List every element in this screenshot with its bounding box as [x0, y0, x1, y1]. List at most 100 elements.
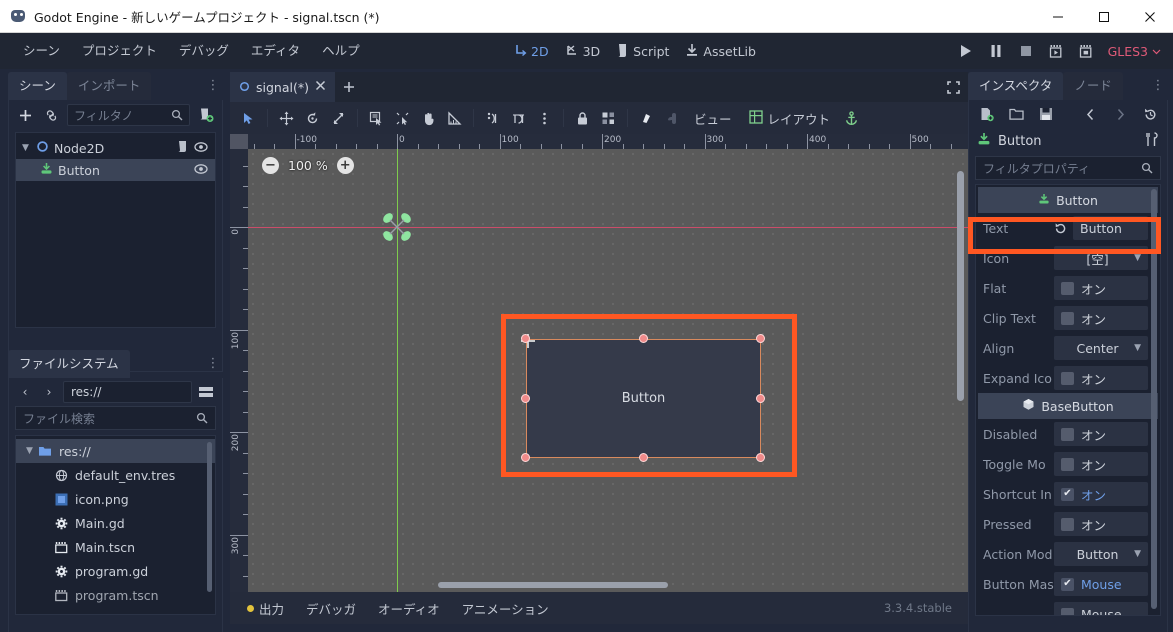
- canvas-2d[interactable]: Button − 100 % +: [248, 149, 968, 592]
- tree-item-button[interactable]: Button: [16, 159, 215, 181]
- flat-property-checkbox[interactable]: オン: [1054, 276, 1148, 300]
- file-row[interactable]: Main.gd: [16, 511, 215, 535]
- history-back-icon[interactable]: [1080, 104, 1100, 124]
- chevron-down-icon[interactable]: ▼: [22, 143, 36, 153]
- clip-text-property-checkbox[interactable]: オン: [1054, 306, 1148, 330]
- expand-icon-property-checkbox[interactable]: オン: [1054, 366, 1148, 390]
- checkbox-icon[interactable]: ✔: [1061, 487, 1074, 501]
- menu-help[interactable]: ヘルプ: [311, 33, 371, 69]
- bottom-tab-output[interactable]: 出力: [238, 592, 293, 624]
- list-select-icon[interactable]: [364, 105, 389, 131]
- tab-import[interactable]: インポート: [66, 72, 152, 100]
- add-scene-tab-button[interactable]: [335, 72, 363, 102]
- new-resource-icon[interactable]: [976, 104, 996, 124]
- bottom-tab-audio[interactable]: オーディオ: [369, 592, 449, 624]
- file-row[interactable]: Main.tscn: [16, 535, 215, 559]
- toggle-mode-property-checkbox[interactable]: オン: [1054, 452, 1148, 476]
- file-row[interactable]: icon.png: [16, 487, 215, 511]
- button-mask-secondary-checkbox[interactable]: Mouse: [1054, 602, 1148, 615]
- stop-icon[interactable]: [1012, 38, 1040, 64]
- ruler-tool-icon[interactable]: [442, 105, 467, 131]
- checkbox-icon[interactable]: [1061, 517, 1074, 531]
- menu-scene[interactable]: シーン: [12, 33, 71, 69]
- menu-editor[interactable]: エディタ: [240, 33, 311, 69]
- eye-icon[interactable]: [194, 141, 208, 156]
- link-instance-icon[interactable]: [41, 105, 61, 125]
- pause-icon[interactable]: [982, 38, 1010, 64]
- skeleton-options-icon[interactable]: [660, 105, 685, 131]
- checkbox-icon[interactable]: [1061, 311, 1074, 325]
- play-custom-scene-icon[interactable]: [1072, 38, 1100, 64]
- checkbox-icon[interactable]: [1061, 281, 1074, 295]
- scene-filter-input[interactable]: フィルタノ: [67, 104, 190, 126]
- tab-scene[interactable]: シーン: [8, 72, 67, 100]
- vertical-dots-icon[interactable]: ⋮: [203, 72, 223, 100]
- close-icon[interactable]: [315, 80, 326, 94]
- file-tree-scrollbar[interactable]: [207, 442, 212, 592]
- skeleton-bone-icon[interactable]: [634, 105, 659, 131]
- bottom-tab-debugger[interactable]: デバッガ: [297, 592, 365, 624]
- scale-tool-icon[interactable]: [326, 105, 351, 131]
- layout-menu-button[interactable]: レイアウト: [741, 105, 839, 131]
- anchor-icon[interactable]: [839, 105, 864, 131]
- tab-script[interactable]: Script: [609, 40, 676, 63]
- minimize-button[interactable]: [1035, 0, 1081, 33]
- lock-icon[interactable]: [570, 105, 595, 131]
- tab-node[interactable]: ノード: [1063, 72, 1123, 100]
- disabled-property-checkbox[interactable]: オン: [1054, 422, 1148, 446]
- tree-item-node2d[interactable]: ▼ Node2D: [16, 137, 215, 159]
- attached-script-icon[interactable]: [176, 140, 188, 156]
- vertical-dots-icon[interactable]: ⋮: [203, 350, 223, 378]
- chevron-down-icon[interactable]: ▼: [22, 446, 36, 456]
- plus-icon[interactable]: [15, 105, 35, 125]
- eye-icon[interactable]: [194, 163, 208, 178]
- tab-filesystem[interactable]: ファイルシステム: [8, 350, 130, 378]
- zoom-in-button[interactable]: +: [336, 157, 354, 174]
- file-row[interactable]: program.tscn: [16, 583, 215, 607]
- menu-debug[interactable]: デバッグ: [168, 33, 240, 69]
- scene-tab-signal[interactable]: signal(*): [230, 72, 335, 102]
- tab-3d[interactable]: 3D: [558, 40, 608, 63]
- tab-inspector[interactable]: インスペクタ: [968, 72, 1064, 100]
- file-row[interactable]: program.gd: [16, 559, 215, 583]
- history-forward-icon[interactable]: [1110, 104, 1130, 124]
- snap-options-icon[interactable]: [532, 105, 557, 131]
- split-mode-icon[interactable]: [196, 382, 216, 402]
- renderer-dropdown[interactable]: GLES3: [1102, 44, 1165, 59]
- checkbox-icon[interactable]: [1061, 427, 1074, 441]
- canvas-horizontal-scrollbar[interactable]: [438, 582, 668, 588]
- nav-back-button[interactable]: ‹: [15, 382, 35, 402]
- smart-snap-icon[interactable]: [506, 105, 531, 131]
- path-display[interactable]: res://: [63, 381, 192, 403]
- nav-forward-button[interactable]: ›: [39, 382, 59, 402]
- pressed-property-checkbox[interactable]: オン: [1054, 512, 1148, 536]
- history-icon[interactable]: [1140, 104, 1160, 124]
- action-mode-property-dropdown[interactable]: Button ▼: [1054, 542, 1148, 566]
- zoom-out-button[interactable]: −: [262, 157, 279, 174]
- open-resource-icon[interactable]: [1006, 104, 1026, 124]
- select-tool-icon[interactable]: [236, 105, 261, 131]
- pan-tool-icon[interactable]: [416, 105, 441, 131]
- snap-mode-icon[interactable]: [480, 105, 505, 131]
- canvas-vertical-scrollbar[interactable]: [957, 171, 964, 401]
- checkbox-icon[interactable]: [1061, 607, 1074, 615]
- close-button[interactable]: [1127, 0, 1173, 33]
- bottom-tab-animation[interactable]: アニメーション: [453, 592, 558, 624]
- ruler-pivot-icon[interactable]: [390, 105, 415, 131]
- move-tool-icon[interactable]: [274, 105, 299, 131]
- object-tools-icon[interactable]: [1144, 131, 1159, 151]
- checkbox-icon[interactable]: [1061, 371, 1074, 385]
- checkbox-icon[interactable]: ✔: [1061, 577, 1074, 591]
- tab-assetlib[interactable]: AssetLib: [678, 40, 763, 63]
- file-search-input[interactable]: ファイル検索: [15, 406, 216, 430]
- maximize-button[interactable]: [1081, 0, 1127, 33]
- distraction-free-icon[interactable]: [938, 72, 968, 102]
- button-mask-property-checkbox[interactable]: ✔ Mouse: [1054, 572, 1148, 596]
- property-filter-input[interactable]: フィルタプロパティ: [975, 156, 1161, 180]
- checkbox-icon[interactable]: [1061, 457, 1074, 471]
- tab-2d[interactable]: 2D: [506, 40, 556, 63]
- group-icon[interactable]: [596, 105, 621, 131]
- attach-script-icon[interactable]: [196, 105, 216, 125]
- align-property-dropdown[interactable]: Center ▼: [1054, 336, 1148, 360]
- menu-project[interactable]: プロジェクト: [71, 33, 168, 69]
